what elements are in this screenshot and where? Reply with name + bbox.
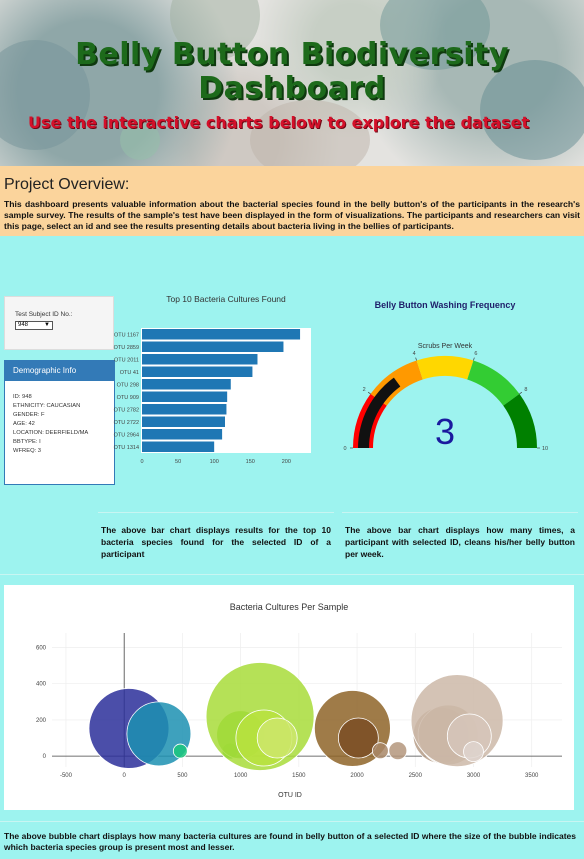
subject-id-dropdown[interactable]: 948 ▼ — [15, 321, 53, 330]
divider — [342, 512, 578, 513]
bar — [142, 354, 258, 365]
bar-category-label: OTU 2859 — [114, 345, 139, 351]
gauge-subtitle: Scrubs Per Week — [418, 343, 473, 350]
bubble-chart-xlabel: OTU ID — [278, 792, 302, 799]
bar-x-tick-label: 0 — [140, 459, 143, 465]
bubble — [371, 742, 389, 760]
bar — [142, 429, 223, 440]
bubble-x-tick-label: 500 — [177, 773, 188, 779]
gauge-band — [467, 360, 520, 406]
gauge-band — [416, 356, 474, 380]
gauge-tick-label: 6 — [474, 351, 477, 357]
bubble-y-tick-label: 600 — [36, 645, 47, 651]
gauge-chart-title: Belly Button Washing Frequency — [374, 300, 516, 310]
bar-chart-card: Top 10 Bacteria Cultures Found OTU 1167 O… — [96, 288, 316, 468]
overview-heading: Project Overview: — [4, 176, 130, 193]
bar-category-label: OTU 2011 — [114, 357, 139, 363]
gauge-tick — [367, 391, 371, 395]
bar — [142, 404, 227, 415]
bar — [142, 416, 225, 427]
bubble — [256, 717, 298, 759]
bubble-x-tick-label: 3000 — [467, 773, 481, 779]
bar — [142, 366, 253, 377]
bubble-y-tick-label: 0 — [43, 754, 47, 760]
gauge-tick-label: 10 — [542, 446, 548, 452]
divider — [0, 821, 584, 822]
overview-text: This dashboard presents valuable informa… — [4, 199, 580, 231]
bar-x-tick-label: 200 — [282, 459, 291, 465]
bubble-x-tick-label: 1500 — [292, 773, 306, 779]
bubble — [172, 743, 188, 759]
bar — [142, 329, 301, 340]
page-title-line1: Belly Button Biodiversity — [75, 37, 509, 72]
bar — [142, 341, 284, 352]
bar-x-tick-label: 50 — [175, 459, 181, 465]
gauge-tick-label: 4 — [413, 351, 416, 357]
gauge-tick — [415, 357, 417, 361]
bubble-x-tick-label: -500 — [60, 773, 73, 779]
gauge-chart: 0 2 4 6 8 10 Scrubs Per Week 3 — [343, 343, 548, 452]
bar-category-label: OTU 909 — [117, 395, 139, 401]
bubble-chart: OTU ID 0 200 400 600 -500 0 500 1000 1500 2000 250… — [36, 602, 562, 799]
bar-category-label: OTU 1167 — [114, 332, 139, 338]
bubble — [388, 741, 408, 761]
gauge-tick-label: 8 — [524, 387, 527, 393]
gauge-tick-label: 2 — [363, 387, 366, 393]
gauge-tick — [519, 391, 523, 395]
header-banner: Belly Button Biodiversity Dashboard Use … — [0, 0, 584, 166]
bubble-x-tick-label: 3500 — [525, 773, 539, 779]
subject-id-value: 948 — [18, 322, 29, 328]
bar-chart: OTU 1167 OTU 2859 OTU 2011 OTU 41 OTU 298 OTU… — [114, 329, 301, 465]
bar-category-label: OTU 1314 — [114, 445, 139, 451]
bar-category-label: OTU 298 — [117, 382, 139, 388]
gauge-value-number: 3 — [435, 411, 455, 452]
bar-x-tick-label: 100 — [210, 459, 219, 465]
bar-category-label: OTU 2782 — [114, 407, 139, 413]
bar — [142, 441, 215, 452]
bubble-y-tick-label: 400 — [36, 682, 47, 688]
bubble-chart-title: Bacteria Cultures Per Sample — [230, 602, 349, 612]
bubble — [463, 741, 484, 763]
bubble-chart-card: OTU ID 0 200 400 600 -500 0 500 1000 1500 2000 250… — [4, 585, 574, 810]
chevron-down-icon: ▼ — [44, 322, 50, 328]
gauge-band — [503, 393, 537, 448]
divider — [0, 574, 584, 575]
gauge-tick-label: 0 — [343, 446, 346, 452]
bar-category-label: OTU 2964 — [114, 432, 139, 438]
bubble-x-tick-label: 0 — [123, 773, 127, 779]
bar-category-label: OTU 41 — [120, 370, 139, 376]
bubble-x-tick-label: 2500 — [409, 773, 423, 779]
bubble-chart-description: The above bubble chart displays how many… — [4, 831, 576, 852]
page-subtitle: Use the interactive charts below to expl… — [28, 113, 530, 132]
project-overview: Project Overview: This dashboard present… — [0, 166, 584, 236]
bubble-y-tick-label: 200 — [36, 718, 47, 724]
gauge-chart-description: The above bar chart displays how many ti… — [345, 525, 575, 559]
bubble-x-tick-label: 2000 — [350, 773, 364, 779]
bar — [142, 391, 228, 402]
bar-x-tick-label: 150 — [246, 459, 255, 465]
decorative-bacteria-image — [250, 100, 370, 166]
bar-chart-description: The above bar chart displays results for… — [101, 525, 331, 559]
bar-category-label: OTU 2722 — [114, 420, 139, 426]
bar — [142, 379, 231, 390]
page-title-line2: Dashboard — [198, 71, 386, 106]
bubble-x-tick-label: 1000 — [234, 773, 248, 779]
gauge-tick — [473, 357, 475, 361]
divider — [98, 512, 334, 513]
